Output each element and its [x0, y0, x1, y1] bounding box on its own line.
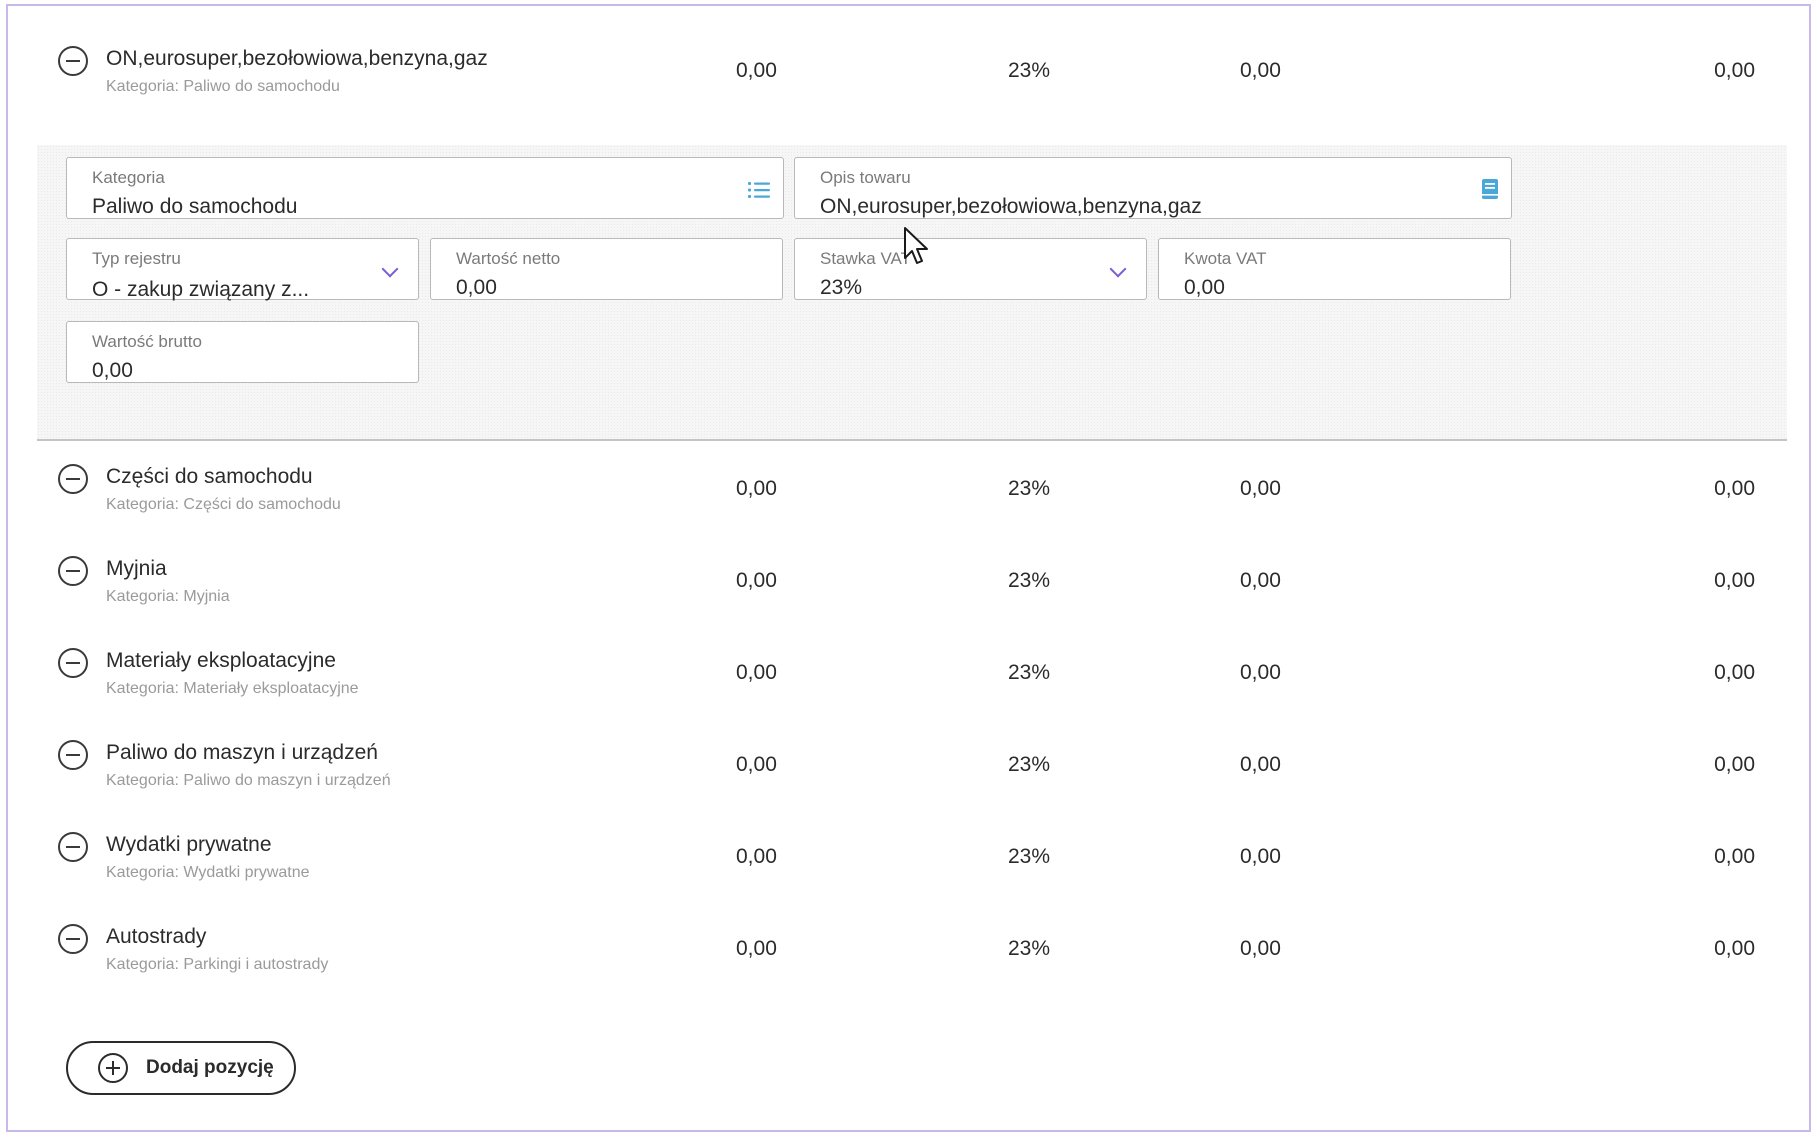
item-category: Kategoria: Paliwo do maszyn i urządzeń [106, 772, 391, 789]
item-vat-amount: 0,00 [1240, 753, 1281, 776]
item-vat-amount: 0,00 [1240, 937, 1281, 960]
collapse-minus-icon[interactable] [58, 46, 88, 76]
item-gross-value: 0,00 [1714, 937, 1755, 960]
collapse-minus-icon[interactable] [58, 740, 88, 770]
item-row[interactable]: Myjnia Kategoria: Myjnia 0,00 23% 0,00 0… [8, 556, 1809, 620]
item-net-value: 0,00 [736, 59, 777, 82]
item-net-value: 0,00 [736, 753, 777, 776]
chevron-down-icon[interactable] [1109, 260, 1127, 278]
plus-circle-icon [98, 1053, 128, 1083]
item-gross-value: 0,00 [1714, 477, 1755, 500]
item-vat-rate: 23% [1008, 937, 1051, 960]
list-icon[interactable] [747, 180, 771, 200]
item-vat-amount: 0,00 [1240, 845, 1281, 868]
collapse-minus-icon[interactable] [58, 832, 88, 862]
add-item-button[interactable]: Dodaj pozycję [66, 1041, 296, 1095]
mouse-pointer-icon [904, 227, 928, 264]
item-vat-rate: 23% [1008, 753, 1051, 776]
item-gross-value: 0,00 [1714, 661, 1755, 684]
opis-towaru-value: ON,eurosuper,bezołowiowa,benzyna,gaz [820, 195, 1202, 218]
add-item-label: Dodaj pozycję [146, 1057, 274, 1078]
item-category: Kategoria: Paliwo do samochodu [106, 78, 340, 95]
wartosc-brutto-label: Wartość brutto [92, 332, 202, 351]
chevron-down-icon[interactable] [381, 260, 399, 278]
kategoria-field[interactable]: Kategoria Paliwo do samochodu [66, 157, 784, 219]
wartosc-brutto-input[interactable]: Wartość brutto 0,00 [66, 321, 419, 383]
kwota-vat-input[interactable]: Kwota VAT 0,00 [1158, 238, 1511, 300]
opis-towaru-field[interactable]: Opis towaru ON,eurosuper,bezołowiowa,ben… [794, 157, 1512, 219]
kwota-vat-label: Kwota VAT [1184, 249, 1267, 268]
item-row[interactable]: Materiały eksploatacyjne Kategoria: Mate… [8, 648, 1809, 712]
typ-rejestru-label: Typ rejestru [92, 249, 181, 268]
stawka-vat-select[interactable]: Stawka VAT 23% [794, 238, 1147, 300]
wartosc-netto-value: 0,00 [456, 276, 497, 299]
item-net-value: 0,00 [736, 661, 777, 684]
item-net-value: 0,00 [736, 937, 777, 960]
item-category: Kategoria: Parkingi i autostrady [106, 956, 329, 973]
item-net-value: 0,00 [736, 845, 777, 868]
collapse-minus-icon[interactable] [58, 924, 88, 954]
item-category: Kategoria: Materiały eksploatacyjne [106, 680, 359, 697]
item-name: Autostrady [106, 925, 207, 948]
item-vat-amount: 0,00 [1240, 477, 1281, 500]
collapse-minus-icon[interactable] [58, 464, 88, 494]
item-category: Kategoria: Myjnia [106, 588, 230, 605]
kwota-vat-value: 0,00 [1184, 276, 1225, 299]
kategoria-label: Kategoria [92, 168, 165, 187]
item-category: Kategoria: Części do samochodu [106, 496, 341, 513]
stawka-vat-value: 23% [820, 276, 863, 299]
item-row[interactable]: ON,eurosuper,bezołowiowa,benzyna,gaz Kat… [8, 46, 1809, 110]
item-vat-rate: 23% [1008, 661, 1051, 684]
item-name: Myjnia [106, 557, 167, 580]
collapse-minus-icon[interactable] [58, 648, 88, 678]
stawka-vat-label: Stawka VAT [820, 249, 912, 268]
book-icon[interactable] [1481, 178, 1499, 200]
item-row[interactable]: Części do samochodu Kategoria: Części do… [8, 464, 1809, 528]
item-category: Kategoria: Wydatki prywatne [106, 864, 310, 881]
item-vat-rate: 23% [1008, 569, 1051, 592]
item-net-value: 0,00 [736, 477, 777, 500]
wartosc-brutto-value: 0,00 [92, 359, 133, 382]
item-name: ON,eurosuper,bezołowiowa,benzyna,gaz [106, 47, 488, 70]
wartosc-netto-input[interactable]: Wartość netto 0,00 [430, 238, 783, 300]
typ-rejestru-select[interactable]: Typ rejestru O - zakup związany z... [66, 238, 419, 301]
item-row[interactable]: Paliwo do maszyn i urządzeń Kategoria: P… [8, 740, 1809, 804]
item-vat-rate: 23% [1008, 477, 1051, 500]
item-editor-panel: Kategoria Paliwo do samochodu Opis towar… [37, 145, 1787, 441]
item-name: Paliwo do maszyn i urządzeń [106, 741, 378, 764]
kategoria-value: Paliwo do samochodu [92, 195, 298, 218]
item-name: Części do samochodu [106, 465, 313, 488]
item-vat-amount: 0,00 [1240, 59, 1281, 82]
item-gross-value: 0,00 [1714, 59, 1755, 82]
opis-towaru-label: Opis towaru [820, 168, 911, 187]
item-net-value: 0,00 [736, 569, 777, 592]
typ-rejestru-value: O - zakup związany z... [92, 278, 310, 301]
item-name: Materiały eksploatacyjne [106, 649, 336, 672]
item-gross-value: 0,00 [1714, 845, 1755, 868]
item-name: Wydatki prywatne [106, 833, 272, 856]
item-vat-rate: 23% [1008, 59, 1051, 82]
collapse-minus-icon[interactable] [58, 556, 88, 586]
invoice-items-panel: ON,eurosuper,bezołowiowa,benzyna,gaz Kat… [6, 4, 1811, 1132]
item-vat-rate: 23% [1008, 845, 1051, 868]
item-vat-amount: 0,00 [1240, 661, 1281, 684]
item-gross-value: 0,00 [1714, 753, 1755, 776]
item-row[interactable]: Wydatki prywatne Kategoria: Wydatki pryw… [8, 832, 1809, 896]
item-gross-value: 0,00 [1714, 569, 1755, 592]
wartosc-netto-label: Wartość netto [456, 249, 561, 268]
item-row[interactable]: Autostrady Kategoria: Parkingi i autostr… [8, 924, 1809, 988]
item-vat-amount: 0,00 [1240, 569, 1281, 592]
